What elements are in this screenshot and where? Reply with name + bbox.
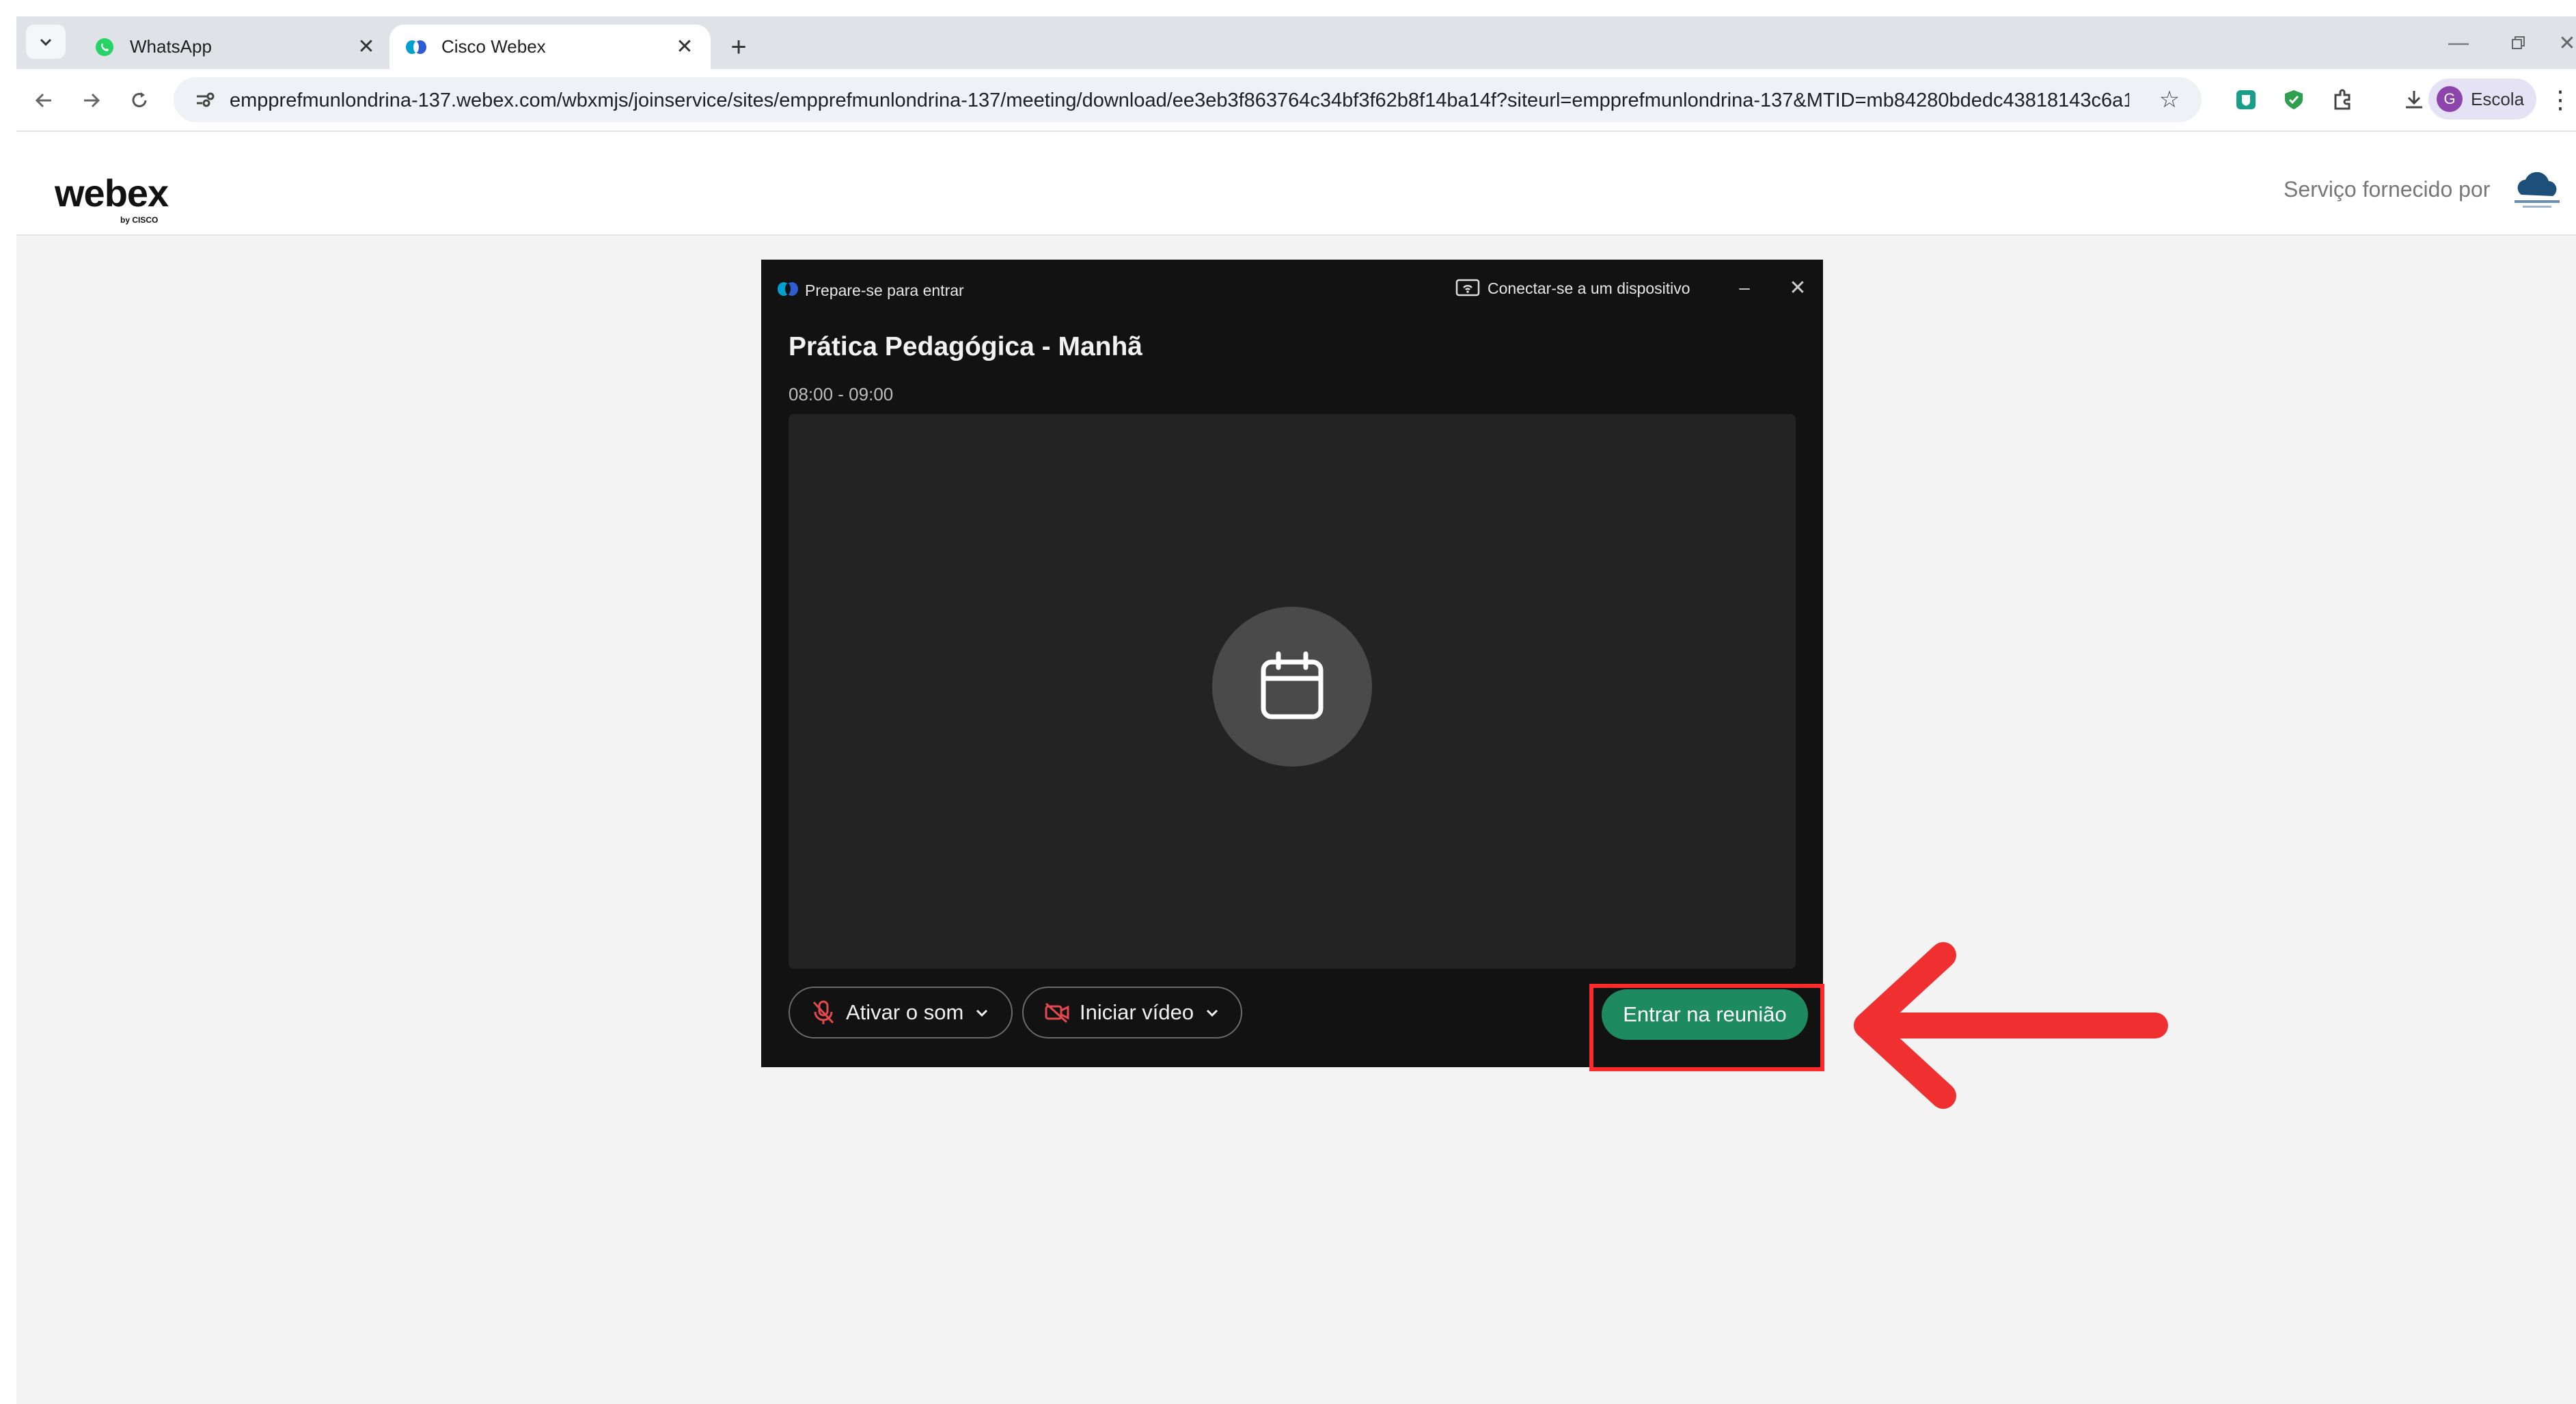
tab-strip: WhatsApp ✕ Cisco Webex ✕ + — ✕ xyxy=(16,16,2576,69)
restore-window-icon[interactable] xyxy=(2498,26,2539,60)
minimize-dialog-icon[interactable]: – xyxy=(1733,276,1756,299)
close-dialog-icon[interactable]: ✕ xyxy=(1786,276,1809,299)
camera-off-icon xyxy=(1044,1000,1070,1026)
forward-icon[interactable] xyxy=(74,83,109,118)
download-icon[interactable] xyxy=(2398,84,2430,115)
annotation-highlight-box xyxy=(1589,984,1824,1071)
close-window-icon[interactable]: ✕ xyxy=(2558,26,2576,60)
profile-button[interactable]: G Escola xyxy=(2428,79,2536,120)
extensions-puzzle-icon[interactable] xyxy=(2327,84,2359,115)
site-settings-icon[interactable] xyxy=(193,88,216,111)
webex-icon xyxy=(778,282,798,296)
connect-device-label: Conectar-se a um dispositivo xyxy=(1488,279,1690,297)
chevron-down-icon[interactable] xyxy=(1205,1005,1220,1020)
extension-shield-teal-icon[interactable] xyxy=(2230,84,2262,115)
extension-shield-green-icon[interactable] xyxy=(2278,84,2310,115)
connect-device-button[interactable]: Conectar-se a um dispositivo xyxy=(1455,277,1690,299)
tab-title: WhatsApp xyxy=(130,36,212,57)
provider-cloud-logo xyxy=(2509,167,2565,215)
chevron-down-icon xyxy=(40,38,52,46)
bookmark-star-icon[interactable]: ☆ xyxy=(2155,85,2184,114)
browser-window: WhatsApp ✕ Cisco Webex ✕ + — ✕ empprefmu… xyxy=(16,16,2576,1404)
dialog-title: Prepare-se para entrar xyxy=(805,281,964,299)
start-video-button[interactable]: Iniciar vídeo xyxy=(1022,987,1242,1038)
brand-sub: by CISCO xyxy=(120,215,159,225)
url-text[interactable]: empprefmunlondrina-137.webex.com/wbxmjs/… xyxy=(230,90,2129,112)
reload-icon[interactable] xyxy=(122,83,157,118)
tab-cisco-webex[interactable]: Cisco Webex ✕ xyxy=(389,25,711,69)
join-meeting-dialog: Prepare-se para entrar Conectar-se a um … xyxy=(761,260,1823,1067)
tab-whatsapp[interactable]: WhatsApp ✕ xyxy=(78,25,392,69)
close-tab-icon[interactable]: ✕ xyxy=(351,32,381,62)
meeting-avatar xyxy=(1212,607,1372,767)
profile-avatar: G xyxy=(2437,86,2463,112)
close-tab-icon[interactable]: ✕ xyxy=(670,32,700,62)
browser-menu-icon[interactable]: ⋮ xyxy=(2548,83,2573,117)
brand-name: webex xyxy=(55,171,169,215)
tab-search-button[interactable] xyxy=(26,25,66,59)
minimize-window-icon[interactable]: — xyxy=(2438,26,2479,60)
chevron-down-icon[interactable] xyxy=(974,1005,989,1020)
calendar-icon xyxy=(1261,651,1324,719)
annotation-arrow xyxy=(1854,942,2168,1109)
microphone-muted-icon xyxy=(810,1000,836,1026)
browser-toolbar: empprefmunlondrina-137.webex.com/wbxmjs/… xyxy=(16,69,2576,132)
back-icon[interactable] xyxy=(26,83,61,118)
address-bar[interactable]: empprefmunlondrina-137.webex.com/wbxmjs/… xyxy=(174,77,2202,122)
new-tab-button[interactable]: + xyxy=(722,30,756,64)
unmute-audio-button[interactable]: Ativar o som xyxy=(789,987,1013,1038)
video-preview xyxy=(789,414,1796,969)
webex-icon xyxy=(405,36,428,59)
meeting-time: 08:00 - 09:00 xyxy=(789,384,894,404)
meeting-title: Prática Pedagógica - Manhã xyxy=(789,332,1142,361)
connect-device-icon xyxy=(1455,279,1480,297)
provided-by-text: Serviço fornecido por xyxy=(2284,177,2491,202)
whatsapp-icon xyxy=(93,36,116,59)
profile-name: Escola xyxy=(2471,88,2525,109)
webex-logo: webex by CISCO xyxy=(55,174,219,229)
tab-title: Cisco Webex xyxy=(441,36,546,57)
start-video-label: Iniciar vídeo xyxy=(1080,1000,1194,1024)
unmute-audio-label: Ativar o som xyxy=(846,1000,964,1024)
page-header: webex by CISCO Serviço fornecido por xyxy=(16,132,2576,236)
